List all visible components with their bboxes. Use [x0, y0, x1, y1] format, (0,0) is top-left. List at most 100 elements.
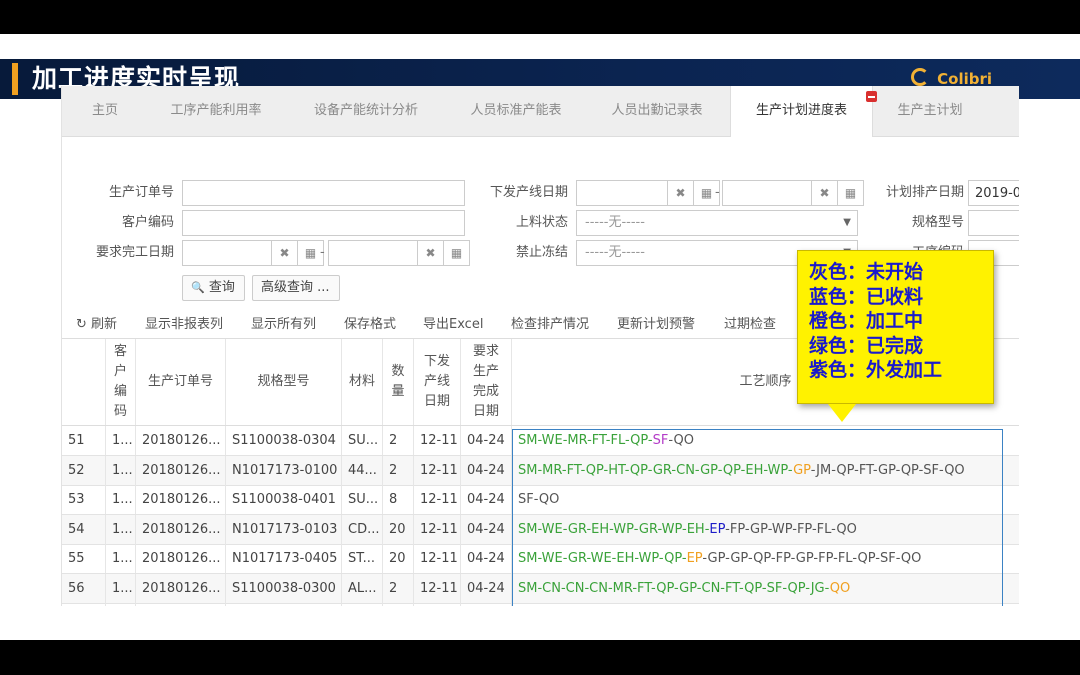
- range-dash: -: [715, 185, 720, 200]
- table-row[interactable]: 52 1... 20180126... N1017173-0100 44... 2 12-1…: [62, 455, 1019, 486]
- tab-bar: 主页 工序产能利用率 设备产能统计分析 人员标准产能表 人员出勤记录表 生产计划…: [62, 86, 1019, 137]
- row-index: 53: [62, 485, 106, 514]
- issue-date-cell: 12-11: [414, 514, 461, 544]
- advanced-query-button[interactable]: 高级查询 ...: [252, 275, 340, 301]
- quantity-cell: 2: [383, 573, 414, 603]
- tab-master-plan[interactable]: 生产主计划: [871, 86, 989, 136]
- expiry-check-button[interactable]: 过期检查: [724, 312, 776, 338]
- customer-code-cell: 1...: [106, 455, 136, 485]
- customer-code-input[interactable]: [182, 210, 465, 236]
- process-sequence-cell: SM-MR-WE-MR-FT-QP-HT-QP-GR-WP-MR-JG-FT-G…: [512, 603, 1019, 606]
- customer-code-cell: 1...: [106, 544, 136, 573]
- process-segment-gray: -FP-GP-WP-FP-FL-QO: [725, 521, 857, 537]
- tab-equipment-capacity[interactable]: 设备产能统计分析: [284, 86, 448, 136]
- due-date-to-input[interactable]: [328, 240, 418, 266]
- order-no-cell: 20180126...: [136, 455, 226, 485]
- order-no-cell: 20180126...: [136, 544, 226, 573]
- process-sequence-cell: SM-WE-GR-EH-WP-GR-WP-EH-EP-FP-GP-WP-FP-F…: [512, 515, 1019, 544]
- customer-code-label: 客户编码: [121, 215, 174, 230]
- show-non-report-columns-button[interactable]: 显示非报表列: [145, 312, 223, 338]
- customer-code-cell: 1...: [106, 573, 136, 603]
- table-row[interactable]: 53 1... 20180126... S1100038-0401 SU... 8 12-1…: [62, 485, 1019, 515]
- material-status-select[interactable]: -----无----- ▼: [576, 210, 858, 236]
- process-segment-gray: SF-QO: [518, 492, 560, 507]
- row-index: 57: [62, 603, 106, 606]
- tab-process-utilization[interactable]: 工序产能利用率: [148, 86, 284, 136]
- order-no-input[interactable]: [182, 180, 465, 206]
- clear-icon[interactable]: ✖: [418, 240, 444, 266]
- spec-input[interactable]: [968, 210, 1019, 236]
- process-sequence-cell: SM-WE-GR-WE-EH-WP-QP-EP-GP-GP-QP-FP-GP-F…: [512, 544, 1019, 573]
- color-legend-callout: 灰色：未开始 蓝色：已收料 橙色：加工中 绿色：已完成 紫色：外发加工: [797, 250, 994, 404]
- spec-cell: S1100038-0401: [226, 485, 342, 514]
- table-row[interactable]: 51 1... 20180126... S1100038-0304 SU... 2 12-1…: [62, 426, 1019, 456]
- header-order-no[interactable]: 生产订单号: [136, 339, 226, 425]
- header-customer-code[interactable]: 客户编码: [106, 339, 136, 425]
- material-cell: AL...: [342, 573, 383, 603]
- header-material[interactable]: 材料: [342, 339, 383, 425]
- issue-date-from-input[interactable]: [576, 180, 668, 206]
- process-segment-green: SM-WE-GR-EH-WP-GR-WP-EH-: [518, 521, 710, 537]
- material-status-value: -----无-----: [585, 215, 645, 230]
- clear-icon[interactable]: ✖: [272, 240, 298, 266]
- export-excel-button[interactable]: 导出Excel: [423, 312, 483, 338]
- header-quantity[interactable]: 数量: [383, 339, 414, 425]
- title-accent: [12, 63, 18, 95]
- tab-plan-progress-label: 生产计划进度表: [755, 103, 847, 118]
- table-row[interactable]: 55 1... 20180126... N1017173-0405 ST... 20 12-…: [62, 544, 1019, 574]
- show-all-columns-button[interactable]: 显示所有列: [251, 312, 316, 338]
- quantity-cell: 2: [383, 455, 414, 485]
- query-button[interactable]: 🔍 查询: [182, 275, 245, 301]
- issue-date-to-input[interactable]: [722, 180, 812, 206]
- check-scheduling-button[interactable]: 检查排产情况: [511, 312, 589, 338]
- table-row[interactable]: 571...20180126...S1100038-030344...212-1…: [62, 603, 1019, 606]
- order-no-label: 生产订单号: [108, 185, 174, 200]
- due-date-cell: 04-24: [461, 426, 512, 455]
- tab-home[interactable]: 主页: [62, 86, 148, 136]
- process-sequence-cell: SM-WE-MR-FT-FL-QP-SF-QO: [512, 426, 1019, 455]
- quantity-cell: 2: [383, 426, 414, 455]
- calendar-icon[interactable]: ▦: [444, 240, 470, 266]
- query-button-label: 查询: [208, 280, 235, 295]
- process-segment-green: SM-WE-GR-WE-EH-WP-QP-: [518, 551, 687, 566]
- material-cell: ST...: [342, 544, 383, 573]
- row-index: 54: [62, 514, 106, 544]
- clear-icon[interactable]: ✖: [812, 180, 838, 206]
- spec-cell: S1100038-0303: [226, 603, 342, 606]
- order-no-cell: 20180126...: [136, 514, 226, 544]
- process-segment-green: SM-WE-MR-FT-FL-QP-: [518, 433, 653, 448]
- process-segment-gray: -JM-QP-FT-GP-QP-SF-QO: [810, 462, 965, 478]
- search-icon: 🔍: [191, 281, 205, 294]
- issue-date-cell: 12-11: [414, 544, 461, 573]
- header-issue-date-text: 下发产线日期: [423, 354, 450, 409]
- material-cell: 44...: [342, 455, 383, 485]
- quantity-cell: 8: [383, 485, 414, 514]
- spec-cell: N1017173-0103: [226, 514, 342, 544]
- update-plan-alert-button[interactable]: 更新计划预警: [617, 312, 695, 338]
- save-format-button[interactable]: 保存格式: [344, 312, 396, 338]
- issue-date-cell: 12-11: [414, 426, 461, 455]
- range-dash: -: [320, 245, 325, 260]
- header-due-date[interactable]: 要求生产完成日期: [461, 339, 512, 425]
- tab-attendance[interactable]: 人员出勤记录表: [584, 86, 730, 136]
- plan-date-label: 计划排产日期: [885, 185, 964, 200]
- due-date-from-input[interactable]: [182, 240, 272, 266]
- refresh-button[interactable]: ↻ 刷新: [76, 312, 117, 338]
- tab-plan-progress[interactable]: 生产计划进度表: [730, 86, 877, 137]
- table-row[interactable]: 54 1... 20180126... N1017173-0103 CD... 20 12-…: [62, 514, 1019, 545]
- calendar-icon[interactable]: ▦: [838, 180, 864, 206]
- clear-icon[interactable]: ✖: [668, 180, 694, 206]
- table-row[interactable]: 56 1... 20180126... S1100038-0300 AL... 2 12-1…: [62, 573, 1019, 604]
- process-segment-gray: -GP-GP-QP-FP-GP-FP-FL-QP-SF-QO: [702, 551, 922, 566]
- header-spec[interactable]: 规格型号: [226, 339, 342, 425]
- legend-gray: 灰色：未开始: [809, 261, 924, 283]
- material-cell: 44...: [342, 603, 383, 606]
- customer-code-cell: 1...: [106, 514, 136, 544]
- customer-code-cell: 1...: [106, 603, 136, 606]
- due-date-cell: 04-24: [461, 603, 512, 606]
- plan-date-input[interactable]: [968, 180, 1019, 206]
- issue-date-cell: 12-11: [414, 603, 461, 606]
- header-issue-date[interactable]: 下发产线日期: [414, 339, 461, 425]
- customer-code-cell: 1...: [106, 426, 136, 455]
- tab-staff-capacity[interactable]: 人员标准产能表: [448, 86, 584, 136]
